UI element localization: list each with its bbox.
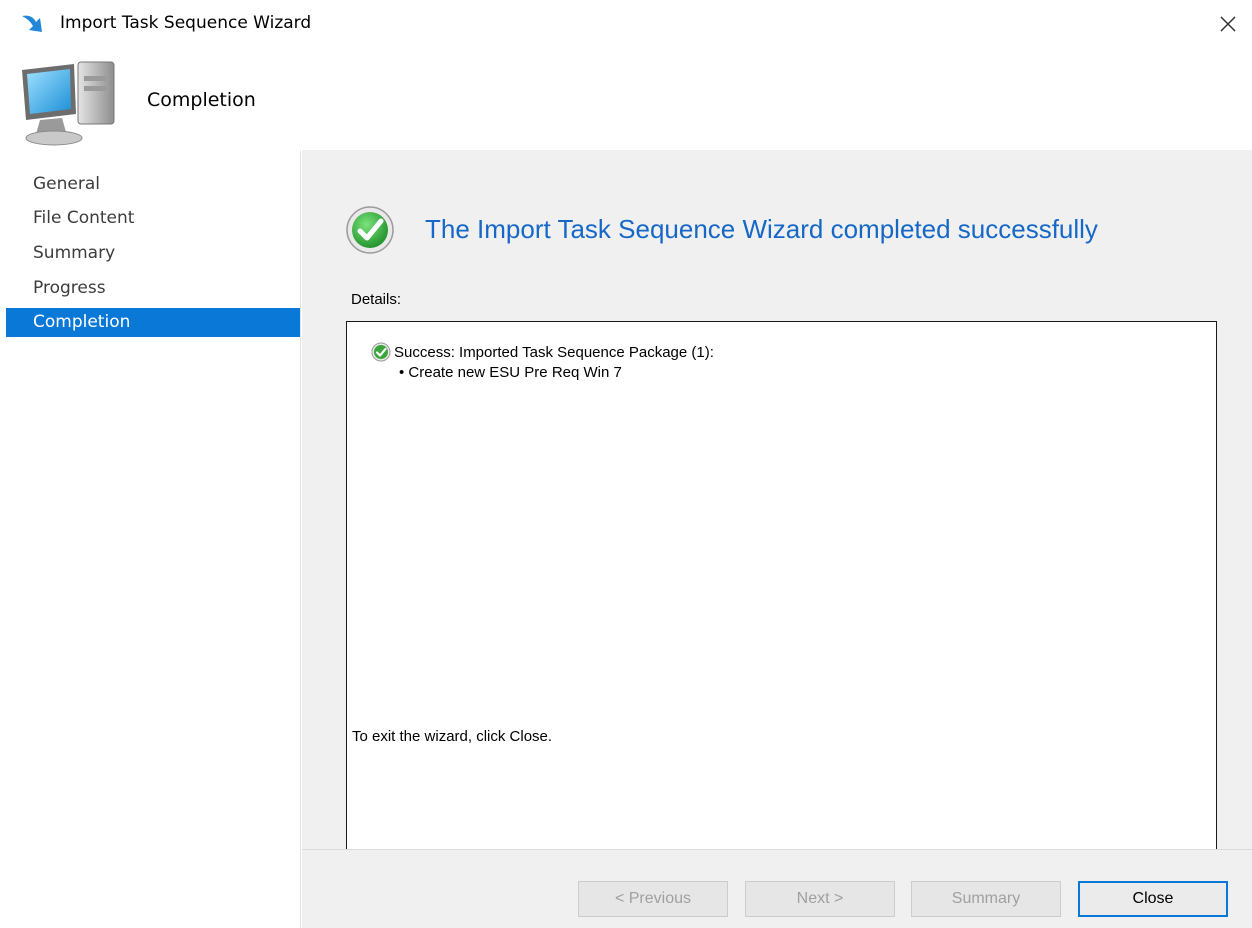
next-button[interactable]: Next > (745, 881, 895, 917)
sidebar-item-general[interactable]: General (6, 170, 300, 199)
close-icon (1220, 16, 1236, 32)
close-window-button[interactable] (1210, 6, 1246, 42)
summary-button[interactable]: Summary (911, 881, 1061, 917)
sidebar-item-summary[interactable]: Summary (6, 239, 300, 268)
title-bar: Import Task Sequence Wizard (0, 0, 1252, 48)
detail-success-line: Success: Imported Task Sequence Package … (371, 342, 714, 362)
exit-instruction: To exit the wizard, click Close. (352, 728, 553, 745)
success-check-icon (346, 206, 394, 254)
close-button[interactable]: Close (1078, 881, 1228, 917)
computer-icon (22, 61, 115, 146)
sidebar-item-file-content[interactable]: File Content (6, 204, 300, 233)
success-small-icon (371, 342, 391, 362)
wizard-content: The Import Task Sequence Wizard complete… (302, 150, 1252, 859)
details-box: Success: Imported Task Sequence Package … (346, 321, 1217, 859)
page-title: Completion (147, 89, 256, 111)
sidebar-item-completion[interactable]: Completion (6, 308, 300, 337)
details-label: Details: (351, 291, 402, 308)
wizard-steps-sidebar: General File Content Summary Progress Co… (0, 150, 301, 928)
wizard-header: Completion (0, 48, 1252, 150)
wizard-arrow-icon (22, 15, 42, 32)
completion-heading: The Import Task Sequence Wizard complete… (425, 214, 1098, 244)
wizard-footer: < Previous Next > Summary Close (302, 849, 1252, 928)
detail-success-text: Success: Imported Task Sequence Package … (394, 343, 714, 361)
window-title: Import Task Sequence Wizard (60, 13, 312, 33)
previous-button[interactable]: < Previous (578, 881, 728, 917)
sidebar-item-progress[interactable]: Progress (6, 274, 300, 303)
detail-package-item: • Create new ESU Pre Req Win 7 (399, 364, 622, 381)
